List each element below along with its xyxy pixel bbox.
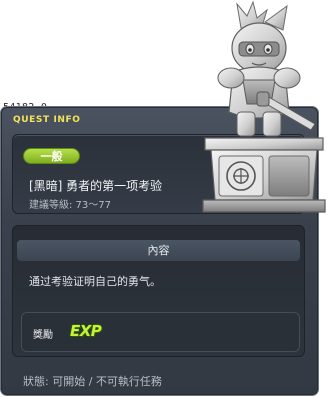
quest-type-badge: 一般 [23, 148, 80, 164]
quest-description: 通过考验证明自己的勇气。 [29, 275, 161, 288]
quest-content-panel: 內容 通过考验证明自己的勇气。 獎勵 EXP [12, 225, 305, 357]
recommended-level: 建議等級: 73〜77 [29, 200, 111, 211]
reward-box: 獎勵 EXP [21, 312, 300, 352]
exp-icon[interactable]: EXP [70, 322, 102, 340]
quest-status: 狀態: 可開始 / 不可執行任務 [23, 375, 162, 388]
window-title: QUEST INFO [13, 115, 81, 125]
reward-label: 獎勵 [33, 330, 53, 341]
quest-name: [黑暗] 勇者的第一项考验 [29, 179, 163, 193]
content-header: 內容 [17, 240, 300, 261]
knight-statue-icon [202, 0, 326, 213]
quest-info-stage: 54182-0 QUEST INFO 一般 [黑暗] 勇者的第一项考验 建議等級… [0, 0, 330, 398]
